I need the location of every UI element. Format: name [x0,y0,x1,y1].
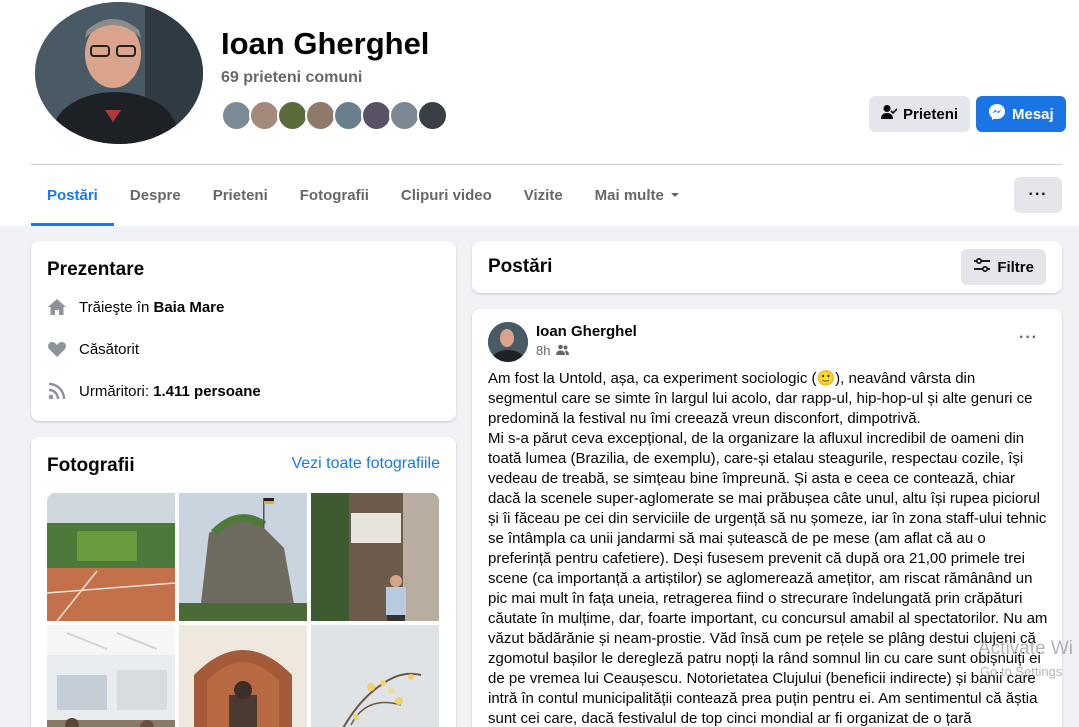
posts-title: Postări [488,256,553,277]
profile-avatar[interactable] [35,2,203,144]
post-card: Ioan Gherghel 8h ··· Am fost la Untold, … [472,309,1062,727]
messenger-icon [988,103,1006,125]
windows-activation-subtext: Go to Settings [980,664,1063,679]
friends-button[interactable]: Prieteni [869,96,971,132]
photo-thumbnail[interactable] [47,625,175,727]
home-icon [47,297,67,317]
post-meta: 8h [536,343,570,358]
lives-city-link[interactable]: Baia Mare [153,299,224,316]
photo-grid [47,493,440,727]
posts-header-card: Postări Filtre [472,241,1062,293]
followers-count[interactable]: 1.411 persoane [153,383,261,400]
mutual-friend-avatar[interactable] [389,100,420,131]
mutual-friend-avatar[interactable] [249,100,280,131]
mutual-friend-avatar[interactable] [417,100,448,131]
photo-thumbnail[interactable] [311,493,439,621]
lives-prefix: Trăieşte în [79,298,150,316]
post-paragraph: Mi s-a părut ceva excepțional, de la org… [488,430,1048,727]
rss-followers-icon [47,381,67,401]
header-divider [31,164,1062,165]
post-options-button[interactable]: ··· [1019,329,1038,347]
message-button[interactable]: Mesaj [976,96,1066,132]
mutual-friend-avatar[interactable] [277,100,308,131]
profile-name: Ioan Gherghel [221,26,430,61]
photos-card: Fotografii Vezi toate fotografiile [31,437,456,727]
tab-more-label: Mai multe [594,186,664,204]
photo-thumbnail[interactable] [179,625,307,727]
filters-button[interactable]: Filtre [961,249,1046,285]
photo-thumbnail[interactable] [311,625,439,727]
relationship-status: Căsătorit [79,340,140,358]
tab-photos[interactable]: Fotografii [284,170,385,220]
post-paragraph: Am fost la Untold, așa, ca experiment so… [488,370,1033,427]
mutual-friend-avatar[interactable] [333,100,364,131]
post-author-avatar[interactable] [488,322,528,362]
mutual-friend-avatar[interactable] [221,100,252,131]
intro-followers: Urmăritori: 1.411 persoane [47,381,261,401]
photo-thumbnail[interactable] [179,493,307,621]
intro-title: Prezentare [47,259,145,280]
mutual-friend-avatar[interactable] [361,100,392,131]
filters-label: Filtre [997,258,1034,276]
friend-check-icon [881,104,898,124]
friends-audience-icon [556,343,570,358]
tab-check-ins[interactable]: Vizite [508,170,579,220]
photos-title: Fotografii [47,455,135,476]
more-options-button[interactable]: ··· [1014,177,1062,213]
intro-relationship: Căsătorit [47,339,139,359]
tab-more[interactable]: Mai multe [579,170,696,220]
heart-icon [47,339,67,359]
friends-button-label: Prieteni [903,105,959,123]
tab-videos[interactable]: Clipuri video [385,170,508,220]
followers-prefix: Urmăritori: [79,382,149,400]
intro-lives-in: Trăieşte în Baia Mare [47,297,224,317]
post-body: Am fost la Untold, așa, ca experiment so… [488,369,1048,727]
photo-thumbnail[interactable] [47,493,175,621]
tab-about[interactable]: Despre [114,170,197,220]
post-timestamp[interactable]: 8h [536,343,550,358]
sliders-icon [973,257,991,277]
tab-friends[interactable]: Prieteni [197,170,284,220]
message-button-label: Mesaj [1012,105,1054,123]
see-all-photos-link[interactable]: Vezi toate fotografiile [291,455,440,473]
tab-posts[interactable]: Postări [31,170,114,226]
profile-tabs: Postări Despre Prieteni Fotografii Clipu… [31,170,696,226]
windows-activation-watermark: Activate Wi [978,638,1074,659]
post-author-name[interactable]: Ioan Gherghel [536,323,637,340]
caret-down-icon [670,187,680,204]
intro-card: Prezentare Trăieşte în Baia Mare Căsător… [31,241,456,421]
mutual-friends-count[interactable]: 69 prieteni comuni [221,69,362,87]
mutual-friends-avatars [221,100,448,132]
mutual-friend-avatar[interactable] [305,100,336,131]
